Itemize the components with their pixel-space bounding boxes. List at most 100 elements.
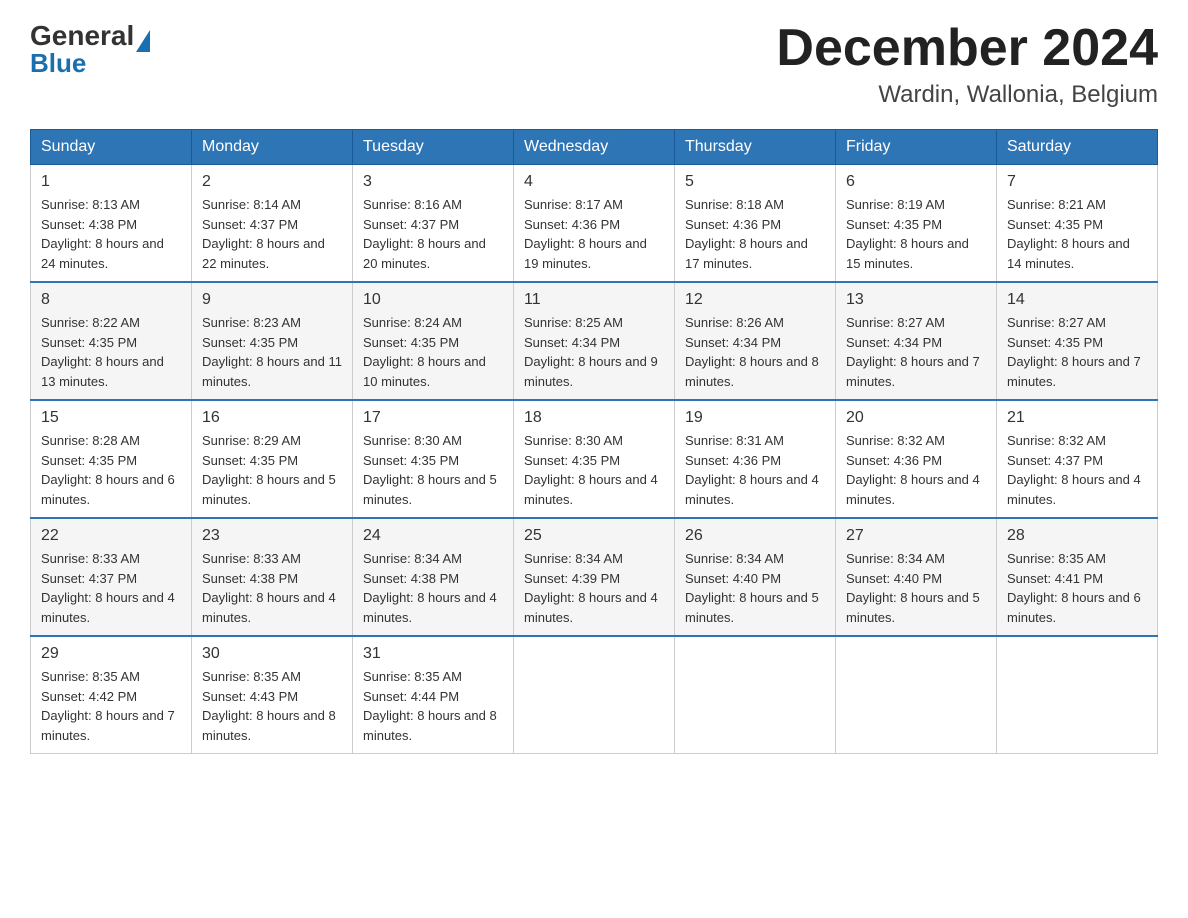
day-number: 9 <box>202 291 342 309</box>
sunset-label: Sunset: 4:37 PM <box>41 571 137 586</box>
daylight-label: Daylight: 8 hours and 4 minutes. <box>363 590 497 625</box>
sunset-label: Sunset: 4:36 PM <box>685 217 781 232</box>
table-row: 29 Sunrise: 8:35 AM Sunset: 4:42 PM Dayl… <box>31 636 192 754</box>
sunrise-label: Sunrise: 8:18 AM <box>685 197 784 212</box>
sunset-label: Sunset: 4:35 PM <box>524 453 620 468</box>
sunset-label: Sunset: 4:35 PM <box>202 453 298 468</box>
table-row: 13 Sunrise: 8:27 AM Sunset: 4:34 PM Dayl… <box>836 282 997 400</box>
sunrise-label: Sunrise: 8:29 AM <box>202 433 301 448</box>
sunset-label: Sunset: 4:34 PM <box>846 335 942 350</box>
day-info: Sunrise: 8:14 AM Sunset: 4:37 PM Dayligh… <box>202 195 342 273</box>
day-number: 29 <box>41 645 181 663</box>
daylight-label: Daylight: 8 hours and 7 minutes. <box>846 354 980 389</box>
daylight-label: Daylight: 8 hours and 20 minutes. <box>363 236 486 271</box>
col-monday: Monday <box>192 130 353 165</box>
day-number: 18 <box>524 409 664 427</box>
table-row: 2 Sunrise: 8:14 AM Sunset: 4:37 PM Dayli… <box>192 165 353 283</box>
day-info: Sunrise: 8:32 AM Sunset: 4:37 PM Dayligh… <box>1007 431 1147 509</box>
sunrise-label: Sunrise: 8:34 AM <box>363 551 462 566</box>
day-number: 14 <box>1007 291 1147 309</box>
day-number: 5 <box>685 173 825 191</box>
calendar-subtitle: Wardin, Wallonia, Belgium <box>776 81 1158 109</box>
day-info: Sunrise: 8:13 AM Sunset: 4:38 PM Dayligh… <box>41 195 181 273</box>
calendar-week-row: 1 Sunrise: 8:13 AM Sunset: 4:38 PM Dayli… <box>31 165 1158 283</box>
calendar-week-row: 22 Sunrise: 8:33 AM Sunset: 4:37 PM Dayl… <box>31 518 1158 636</box>
table-row: 28 Sunrise: 8:35 AM Sunset: 4:41 PM Dayl… <box>997 518 1158 636</box>
day-number: 23 <box>202 527 342 545</box>
day-info: Sunrise: 8:18 AM Sunset: 4:36 PM Dayligh… <box>685 195 825 273</box>
sunrise-label: Sunrise: 8:32 AM <box>846 433 945 448</box>
day-info: Sunrise: 8:35 AM Sunset: 4:42 PM Dayligh… <box>41 667 181 745</box>
table-row: 31 Sunrise: 8:35 AM Sunset: 4:44 PM Dayl… <box>353 636 514 754</box>
day-info: Sunrise: 8:22 AM Sunset: 4:35 PM Dayligh… <box>41 313 181 391</box>
day-info: Sunrise: 8:34 AM Sunset: 4:39 PM Dayligh… <box>524 549 664 627</box>
title-area: December 2024 Wardin, Wallonia, Belgium <box>776 20 1158 109</box>
sunset-label: Sunset: 4:35 PM <box>202 335 298 350</box>
table-row: 26 Sunrise: 8:34 AM Sunset: 4:40 PM Dayl… <box>675 518 836 636</box>
daylight-label: Daylight: 8 hours and 17 minutes. <box>685 236 808 271</box>
daylight-label: Daylight: 8 hours and 24 minutes. <box>41 236 164 271</box>
table-row: 27 Sunrise: 8:34 AM Sunset: 4:40 PM Dayl… <box>836 518 997 636</box>
table-row: 1 Sunrise: 8:13 AM Sunset: 4:38 PM Dayli… <box>31 165 192 283</box>
sunrise-label: Sunrise: 8:14 AM <box>202 197 301 212</box>
day-number: 20 <box>846 409 986 427</box>
sunset-label: Sunset: 4:39 PM <box>524 571 620 586</box>
day-number: 6 <box>846 173 986 191</box>
table-row: 15 Sunrise: 8:28 AM Sunset: 4:35 PM Dayl… <box>31 400 192 518</box>
day-info: Sunrise: 8:23 AM Sunset: 4:35 PM Dayligh… <box>202 313 342 391</box>
sunrise-label: Sunrise: 8:33 AM <box>41 551 140 566</box>
day-info: Sunrise: 8:34 AM Sunset: 4:38 PM Dayligh… <box>363 549 503 627</box>
sunrise-label: Sunrise: 8:32 AM <box>1007 433 1106 448</box>
table-row <box>675 636 836 754</box>
day-info: Sunrise: 8:24 AM Sunset: 4:35 PM Dayligh… <box>363 313 503 391</box>
sunrise-label: Sunrise: 8:21 AM <box>1007 197 1106 212</box>
day-number: 8 <box>41 291 181 309</box>
logo-general-text: General <box>30 20 134 51</box>
sunset-label: Sunset: 4:35 PM <box>363 453 459 468</box>
day-info: Sunrise: 8:28 AM Sunset: 4:35 PM Dayligh… <box>41 431 181 509</box>
daylight-label: Daylight: 8 hours and 4 minutes. <box>41 590 175 625</box>
sunset-label: Sunset: 4:37 PM <box>1007 453 1103 468</box>
daylight-label: Daylight: 8 hours and 14 minutes. <box>1007 236 1130 271</box>
sunset-label: Sunset: 4:35 PM <box>1007 335 1103 350</box>
day-number: 16 <box>202 409 342 427</box>
sunrise-label: Sunrise: 8:27 AM <box>1007 315 1106 330</box>
daylight-label: Daylight: 8 hours and 7 minutes. <box>1007 354 1141 389</box>
sunset-label: Sunset: 4:36 PM <box>524 217 620 232</box>
day-number: 1 <box>41 173 181 191</box>
calendar-week-row: 29 Sunrise: 8:35 AM Sunset: 4:42 PM Dayl… <box>31 636 1158 754</box>
day-number: 22 <box>41 527 181 545</box>
col-saturday: Saturday <box>997 130 1158 165</box>
logo-triangle-icon <box>136 30 150 52</box>
day-info: Sunrise: 8:33 AM Sunset: 4:38 PM Dayligh… <box>202 549 342 627</box>
daylight-label: Daylight: 8 hours and 5 minutes. <box>846 590 980 625</box>
table-row: 3 Sunrise: 8:16 AM Sunset: 4:37 PM Dayli… <box>353 165 514 283</box>
table-row <box>514 636 675 754</box>
daylight-label: Daylight: 8 hours and 4 minutes. <box>685 472 819 507</box>
day-number: 2 <box>202 173 342 191</box>
sunset-label: Sunset: 4:34 PM <box>685 335 781 350</box>
calendar-title: December 2024 <box>776 20 1158 77</box>
sunrise-label: Sunrise: 8:35 AM <box>363 669 462 684</box>
day-number: 30 <box>202 645 342 663</box>
day-number: 12 <box>685 291 825 309</box>
day-info: Sunrise: 8:26 AM Sunset: 4:34 PM Dayligh… <box>685 313 825 391</box>
table-row <box>997 636 1158 754</box>
sunset-label: Sunset: 4:35 PM <box>41 335 137 350</box>
table-row: 4 Sunrise: 8:17 AM Sunset: 4:36 PM Dayli… <box>514 165 675 283</box>
table-row: 6 Sunrise: 8:19 AM Sunset: 4:35 PM Dayli… <box>836 165 997 283</box>
table-row: 24 Sunrise: 8:34 AM Sunset: 4:38 PM Dayl… <box>353 518 514 636</box>
table-row: 23 Sunrise: 8:33 AM Sunset: 4:38 PM Dayl… <box>192 518 353 636</box>
sunrise-label: Sunrise: 8:22 AM <box>41 315 140 330</box>
table-row: 22 Sunrise: 8:33 AM Sunset: 4:37 PM Dayl… <box>31 518 192 636</box>
daylight-label: Daylight: 8 hours and 9 minutes. <box>524 354 658 389</box>
col-sunday: Sunday <box>31 130 192 165</box>
sunset-label: Sunset: 4:41 PM <box>1007 571 1103 586</box>
day-number: 13 <box>846 291 986 309</box>
daylight-label: Daylight: 8 hours and 8 minutes. <box>363 708 497 743</box>
day-info: Sunrise: 8:31 AM Sunset: 4:36 PM Dayligh… <box>685 431 825 509</box>
daylight-label: Daylight: 8 hours and 6 minutes. <box>1007 590 1141 625</box>
sunrise-label: Sunrise: 8:30 AM <box>524 433 623 448</box>
sunset-label: Sunset: 4:37 PM <box>202 217 298 232</box>
sunrise-label: Sunrise: 8:24 AM <box>363 315 462 330</box>
